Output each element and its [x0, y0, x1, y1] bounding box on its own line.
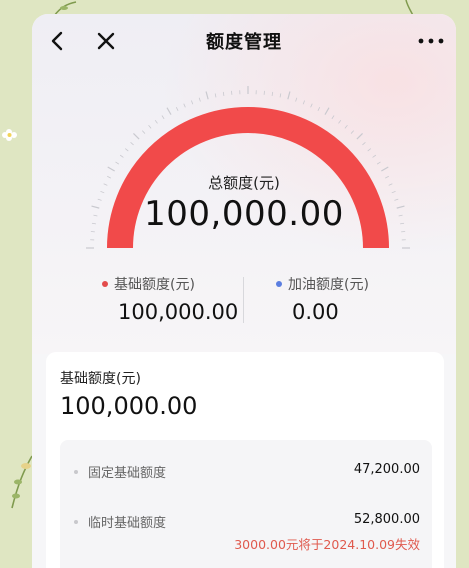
quota-breakdown: 基础额度(元) 100,000.00 加油额度(元) 0.00 — [32, 274, 456, 330]
gauge-tick — [271, 91, 274, 96]
breakdown-divider — [243, 277, 244, 323]
boost-quota-summary: 加油额度(元) 0.00 — [276, 274, 456, 324]
gauge-tick — [191, 100, 194, 105]
total-quota-value: 100,000.00 — [144, 194, 344, 234]
base-quota-card: 基础额度(元) 100,000.00 固定基础额度 47,200.00 临时基础… — [46, 352, 444, 568]
base-quota-label: 基础额度(元) — [114, 277, 195, 293]
boost-quota-value: 0.00 — [292, 300, 339, 324]
gauge-tick — [362, 141, 366, 146]
fixed-base-quota-row: 固定基础额度 47,200.00 — [60, 456, 432, 496]
gauge-tick — [331, 115, 335, 120]
expiry-notice: 3000.00元将于2024.10.09失效 — [234, 537, 420, 552]
gauge-tick — [107, 166, 115, 172]
gauge-tick — [133, 133, 140, 140]
base-quota-value: 100,000.00 — [118, 300, 239, 324]
navigation-bar: 额度管理 — [32, 14, 456, 68]
gauge-tick — [310, 103, 313, 108]
boost-quota-dot-icon — [276, 281, 282, 287]
bullet-icon — [74, 520, 78, 524]
fixed-base-quota-amount: 47,200.00 — [353, 462, 420, 477]
gauge-tick — [115, 161, 120, 165]
gauge-tick — [295, 97, 298, 102]
gauge-tick — [124, 148, 129, 152]
gauge-tick — [324, 107, 330, 115]
base-quota-card-title: 基础额度(元) — [60, 371, 141, 387]
gauge-tick — [154, 119, 158, 124]
gauge-tick — [302, 100, 305, 105]
gauge-tick — [214, 93, 217, 98]
base-quota-dot-icon — [102, 281, 108, 287]
gauge-tick — [175, 107, 179, 111]
phone-screen: 额度管理 总额度(元) 100,000.00 基础额度(元) 100,000.0… — [32, 14, 456, 568]
base-quota-card-value: 100,000.00 — [60, 392, 198, 420]
fixed-base-quota-label: 固定基础额度 — [88, 466, 167, 481]
gauge-tick — [367, 148, 372, 152]
gauge-tick — [381, 166, 389, 172]
gauge-tick — [161, 115, 165, 120]
gauge-tick — [376, 161, 381, 165]
flower-decoration-icon — [2, 129, 17, 141]
gauge-tick — [350, 130, 355, 134]
base-quota-details: 固定基础额度 47,200.00 临时基础额度 52,800.00 3000.0… — [60, 440, 432, 568]
gauge-tick — [205, 91, 209, 100]
gauge-tick — [141, 130, 146, 134]
gauge-tick — [344, 124, 348, 129]
base-quota-summary: 基础额度(元) 100,000.00 — [102, 274, 292, 324]
gauge-tick — [317, 107, 321, 111]
total-quota-label: 总额度(元) — [208, 174, 280, 192]
gauge-tick — [372, 154, 377, 158]
temporary-base-quota-amount: 52,800.00 — [353, 512, 420, 527]
gauge-tick — [356, 133, 363, 140]
gauge-tick — [338, 119, 342, 124]
gauge-tick — [130, 141, 134, 146]
gauge-tick — [198, 97, 201, 102]
gauge-tick — [279, 93, 282, 98]
bullet-icon — [74, 470, 78, 474]
temporary-base-quota-label: 临时基础额度 — [88, 516, 167, 531]
temporary-base-quota-row: 临时基础额度 52,800.00 3000.00元将于2024.10.09失效 — [60, 506, 432, 552]
gauge-tick — [166, 107, 172, 115]
gauge-tick — [183, 103, 186, 108]
more-horizontal-icon[interactable] — [411, 24, 451, 58]
gauge-tick — [119, 154, 124, 158]
gauge-tick — [287, 91, 291, 100]
gauge-tick — [222, 91, 225, 96]
gauge-tick — [148, 124, 152, 129]
page-title: 额度管理 — [206, 32, 282, 53]
boost-quota-label: 加油额度(元) — [288, 277, 369, 293]
